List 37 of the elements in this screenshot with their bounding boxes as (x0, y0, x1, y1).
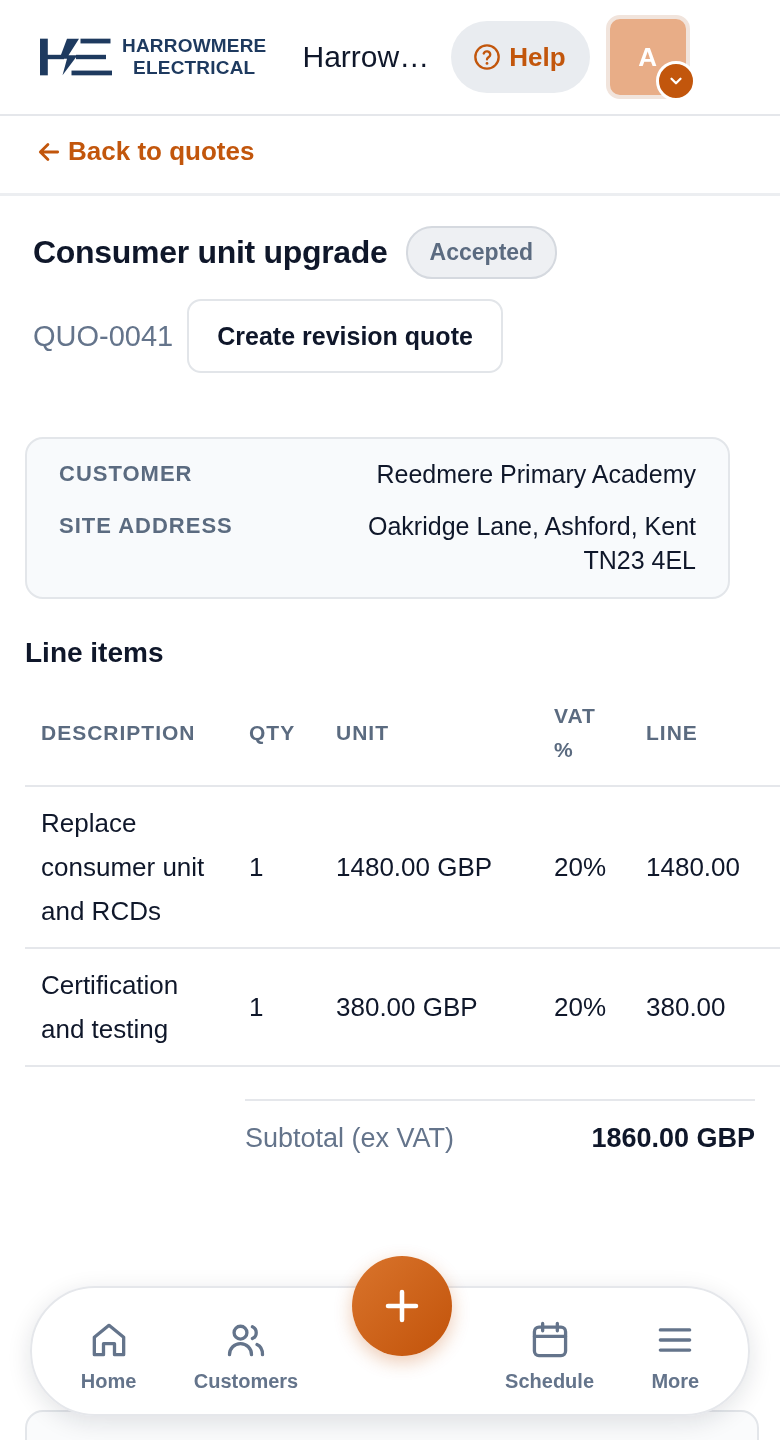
quote-title: Consumer unit upgrade (33, 234, 388, 271)
column-header: UNIT (320, 699, 538, 786)
help-button[interactable]: Help (451, 21, 590, 93)
table-cell: Certification and testing (25, 948, 233, 1066)
table-cell: 380.00 GBP (320, 948, 538, 1066)
detail-value: Reedmere Primary Academy (376, 459, 696, 490)
table-cell: 1480.00 GBP (320, 786, 538, 948)
column-header: QTY (233, 699, 320, 786)
back-link[interactable]: Back to quotes (36, 136, 255, 167)
column-header: LINE (630, 699, 780, 786)
detail-value: Oakridge Lane, Ashford, Kent TN23 4EL (367, 511, 696, 576)
add-button[interactable] (351, 1256, 452, 1356)
nav-item[interactable]: More (647, 1311, 704, 1399)
column-header: DESCRIPTION (25, 699, 233, 786)
detail-label: CUSTOMER (59, 460, 194, 488)
table-cell: 20% (538, 948, 630, 1066)
help-icon (473, 43, 502, 71)
page-title: Harrow… (302, 40, 430, 74)
detail-label: SITE ADDRESS (59, 512, 233, 540)
brand-name: ELECTRICAL (133, 57, 256, 79)
column-header: VAT % (538, 699, 630, 786)
total-label: Subtotal (ex VAT) (245, 1123, 455, 1154)
table-cell: Replace consumer unit and RCDs (25, 786, 233, 948)
quote-number: QUO-0041 (33, 319, 174, 353)
table-cell: 380.00 (630, 948, 780, 1066)
table-cell: 1 (233, 948, 320, 1066)
create-revision-button[interactable]: Create revision quote (187, 299, 503, 373)
total-value: 1860.00 GBP (591, 1123, 755, 1154)
table-cell: 1 (233, 786, 320, 948)
brand-name: HARROWMERE (122, 35, 267, 57)
nav-item[interactable]: Home (76, 1311, 141, 1399)
table-cell: 20% (538, 786, 630, 948)
section-title: Line items (25, 637, 165, 669)
table-cell: 1480.00 (630, 786, 780, 948)
nav-item[interactable]: Customers (189, 1311, 303, 1399)
nav-item[interactable]: Schedule (501, 1311, 598, 1399)
status-badge: Accepted (405, 226, 558, 279)
